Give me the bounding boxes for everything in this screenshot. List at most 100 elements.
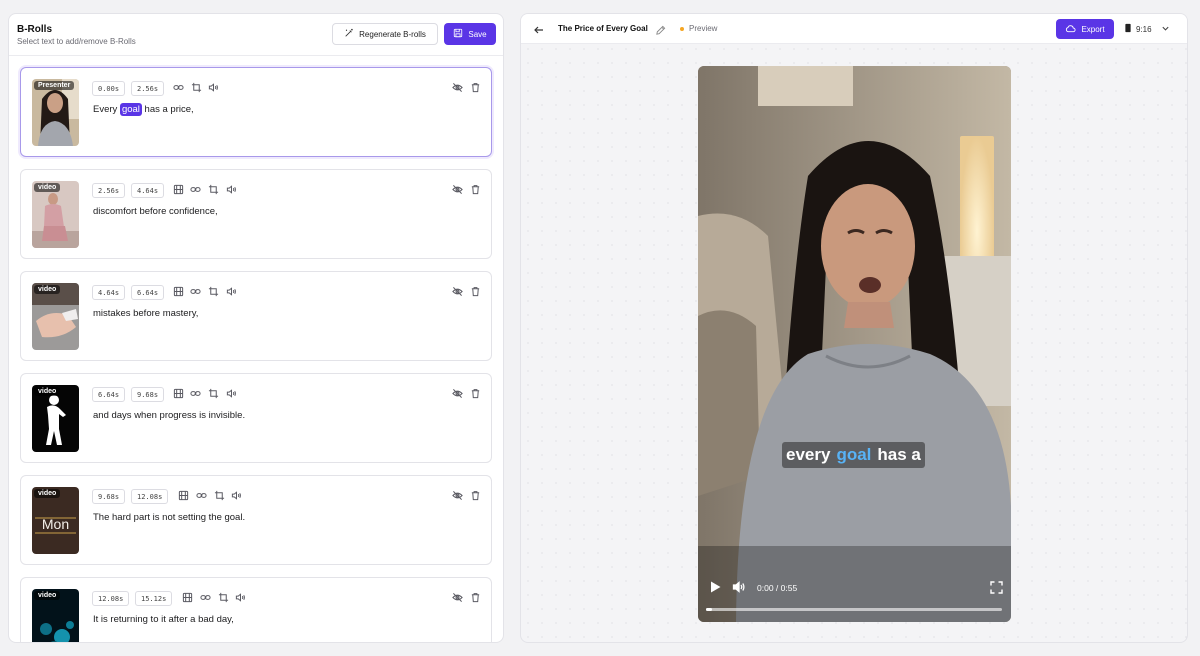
volume-icon[interactable] — [235, 592, 246, 603]
link-icon[interactable] — [200, 592, 211, 603]
clip-thumbnail[interactable]: video — [32, 283, 79, 350]
delete-icon[interactable] — [470, 184, 481, 195]
clip-thumbnail[interactable]: video — [32, 385, 79, 452]
link-icon[interactable] — [190, 388, 201, 399]
back-arrow-icon[interactable] — [533, 23, 545, 35]
delete-icon[interactable] — [470, 490, 481, 501]
video-frame — [698, 66, 1011, 622]
link-icon[interactable] — [190, 184, 201, 195]
clip-card[interactable]: video 12.08s 15.12s It is returning to i… — [20, 577, 492, 642]
export-button[interactable]: Export — [1056, 19, 1114, 39]
crop-icon[interactable] — [191, 82, 202, 93]
clip-end-time[interactable]: 6.64s — [131, 285, 165, 300]
video-time-readout: 0:00 / 0:55 — [757, 583, 798, 593]
transcript-text[interactable]: has a price, — [142, 104, 194, 115]
clip-transcript[interactable]: The hard part is not setting the goal. — [93, 512, 245, 523]
film-icon[interactable] — [178, 490, 189, 501]
thumbnail-text: Mon — [42, 516, 69, 532]
volume-icon[interactable] — [732, 580, 746, 594]
clip-start-time[interactable]: 6.64s — [92, 387, 126, 402]
hide-broll-icon[interactable] — [452, 82, 463, 93]
edit-pencil-icon[interactable] — [655, 23, 666, 35]
clip-card[interactable]: video 4.64s 6.64s mistakes before master… — [20, 271, 492, 361]
clip-type-badge: video — [34, 489, 61, 498]
clip-start-time[interactable]: 9.68s — [92, 489, 126, 504]
delete-icon[interactable] — [470, 82, 481, 93]
clip-card[interactable]: video 6.64s 9.68s and days when progress… — [20, 373, 492, 463]
clip-transcript[interactable]: mistakes before mastery, — [93, 308, 198, 319]
regenerate-brolls-button[interactable]: Regenerate B-rolls — [332, 23, 438, 45]
clip-type-badge: Presenter — [34, 81, 75, 90]
clip-end-time[interactable]: 12.08s — [131, 489, 169, 504]
save-label: Save — [468, 29, 487, 39]
highlighted-word[interactable]: goal — [119, 103, 142, 116]
clip-thumbnail[interactable]: Mon video — [32, 487, 79, 554]
clip-start-time[interactable]: 4.64s — [92, 285, 126, 300]
delete-icon[interactable] — [470, 592, 481, 603]
volume-icon[interactable] — [208, 82, 219, 93]
video-progress-fill — [706, 608, 712, 611]
clip-end-time[interactable]: 2.56s — [131, 81, 165, 96]
clip-type-badge: video — [34, 183, 61, 192]
clip-thumbnail[interactable]: video — [32, 181, 79, 248]
clip-end-time[interactable]: 4.64s — [131, 183, 165, 198]
video-player[interactable]: every goal has a 0:00 / 0:55 — [698, 66, 1011, 622]
aspect-ratio-select[interactable]: 9:16 — [1125, 22, 1170, 36]
clip-thumbnail[interactable]: video — [32, 589, 79, 642]
broll-clip-list[interactable]: Presenter 0.00s 2.56s Every goal has a p… — [9, 57, 503, 642]
film-icon[interactable] — [173, 388, 184, 399]
volume-icon[interactable] — [231, 490, 242, 501]
broll-panel-header: B-Rolls Select text to add/remove B-Roll… — [9, 14, 503, 56]
preview-header: The Price of Every Goal Preview Export 9… — [521, 14, 1187, 44]
project-title[interactable]: The Price of Every Goal — [558, 24, 648, 33]
link-icon[interactable] — [190, 286, 201, 297]
caption-word: every — [786, 445, 831, 464]
preview-panel: The Price of Every Goal Preview Export 9… — [520, 13, 1188, 643]
crop-icon[interactable] — [208, 388, 219, 399]
crop-icon[interactable] — [208, 286, 219, 297]
clip-type-badge: video — [34, 387, 61, 396]
crop-icon[interactable] — [214, 490, 225, 501]
clip-transcript[interactable]: and days when progress is invisible. — [93, 410, 245, 421]
film-icon[interactable] — [182, 592, 193, 603]
aspect-ratio-value: 9:16 — [1136, 24, 1152, 34]
transcript-text[interactable]: Every — [93, 104, 120, 115]
hide-broll-icon[interactable] — [452, 592, 463, 603]
delete-icon[interactable] — [470, 388, 481, 399]
save-button[interactable]: Save — [444, 23, 496, 45]
clip-end-time[interactable]: 9.68s — [131, 387, 165, 402]
link-icon[interactable] — [196, 490, 207, 501]
clip-end-time[interactable]: 15.12s — [135, 591, 173, 606]
hide-broll-icon[interactable] — [452, 286, 463, 297]
clip-transcript[interactable]: It is returning to it after a bad day, — [93, 614, 234, 625]
clip-start-time[interactable]: 0.00s — [92, 81, 126, 96]
clip-card[interactable]: video 2.56s 4.64s discomfort before conf… — [20, 169, 492, 259]
chevron-down-icon — [1161, 24, 1170, 35]
crop-icon[interactable] — [208, 184, 219, 195]
volume-icon[interactable] — [226, 286, 237, 297]
delete-icon[interactable] — [470, 286, 481, 297]
volume-icon[interactable] — [226, 184, 237, 195]
hide-broll-icon[interactable] — [452, 490, 463, 501]
caption-highlight-word: goal — [836, 445, 872, 464]
clip-card[interactable]: Mon video 9.68s 12.08s The hard part is … — [20, 475, 492, 565]
phone-icon — [1125, 23, 1131, 35]
clip-thumbnail[interactable]: Presenter — [32, 79, 79, 146]
clip-start-time[interactable]: 12.08s — [92, 591, 130, 606]
clip-start-time[interactable]: 2.56s — [92, 183, 126, 198]
hide-broll-icon[interactable] — [452, 184, 463, 195]
cloud-icon — [1065, 23, 1076, 36]
clip-transcript[interactable]: discomfort before confidence, — [93, 206, 218, 217]
fullscreen-icon[interactable] — [990, 581, 1003, 594]
film-icon[interactable] — [173, 184, 184, 195]
video-progress-bar[interactable] — [706, 608, 1002, 611]
hide-broll-icon[interactable] — [452, 388, 463, 399]
play-icon[interactable] — [708, 580, 722, 594]
status-dot — [680, 27, 684, 31]
crop-icon[interactable] — [218, 592, 229, 603]
link-icon[interactable] — [173, 82, 184, 93]
volume-icon[interactable] — [226, 388, 237, 399]
film-icon[interactable] — [173, 286, 184, 297]
clip-transcript[interactable]: Every goal has a price, — [93, 103, 194, 116]
clip-card[interactable]: Presenter 0.00s 2.56s Every goal has a p… — [20, 67, 492, 157]
